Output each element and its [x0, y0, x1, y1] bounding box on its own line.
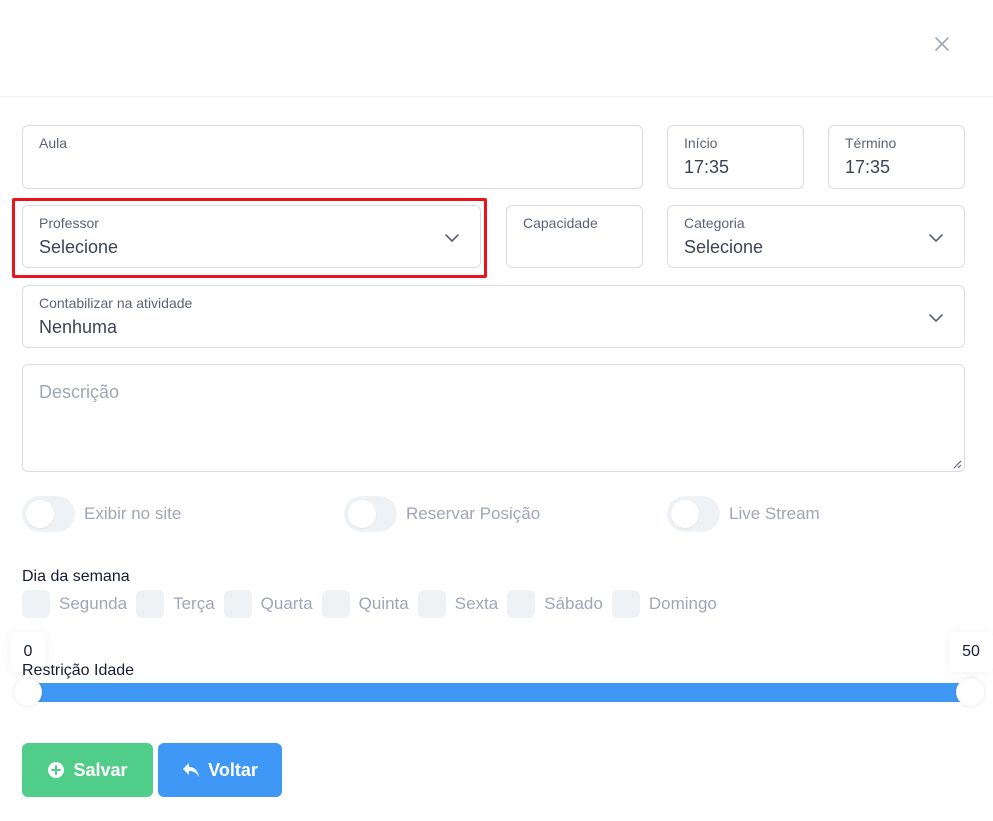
- toggle-label: Reservar Posição: [406, 504, 541, 523]
- contabilizar-label: Contabilizar na atividade: [39, 295, 193, 311]
- back-label: Voltar: [208, 759, 258, 780]
- weekday-terca[interactable]: Terça: [136, 590, 215, 618]
- categoria-select[interactable]: Categoria Selecione: [667, 205, 965, 268]
- weekday-label: Sexta: [454, 594, 499, 613]
- professor-label: Professor: [39, 215, 99, 231]
- weekday-quarta[interactable]: Quarta: [223, 590, 313, 618]
- resize-grip-icon[interactable]: [952, 459, 962, 469]
- toggle-exibir-no-site[interactable]: Exibir no site: [22, 496, 181, 532]
- modal-header: [0, 0, 993, 97]
- age-range-track[interactable]: [28, 683, 970, 702]
- toggle-track[interactable]: [667, 496, 720, 532]
- weekday-domingo[interactable]: Domingo: [611, 590, 717, 618]
- range-max-value: 50: [949, 632, 993, 672]
- chevron-down-icon: [445, 234, 459, 242]
- toggle-label: Exibir no site: [84, 504, 182, 523]
- contabilizar-select[interactable]: Contabilizar na atividade Nenhuma: [22, 285, 965, 348]
- weekday-sabado[interactable]: Sábado: [507, 590, 603, 618]
- toggle-live-stream[interactable]: Live Stream: [667, 496, 820, 532]
- back-button[interactable]: Voltar: [158, 743, 282, 797]
- checkbox[interactable]: [417, 590, 446, 618]
- plus-circle-icon: [48, 762, 65, 778]
- contabilizar-value: Nenhuma: [39, 317, 118, 337]
- weekday-label: Domingo: [648, 594, 717, 613]
- toggle-knob: [671, 500, 699, 528]
- save-label: Salvar: [73, 759, 128, 780]
- inicio-field[interactable]: Início 17:35: [667, 125, 804, 189]
- inicio-label: Início: [684, 135, 718, 151]
- termino-value: 17:35: [845, 157, 891, 177]
- chevron-down-icon: [929, 234, 943, 242]
- termino-field[interactable]: Término 17:35: [828, 125, 965, 189]
- termino-label: Término: [845, 135, 897, 151]
- inicio-value: 17:35: [684, 157, 730, 177]
- weekday-label: Quarta: [260, 594, 313, 613]
- age-restriction-label: Restrição Idade: [22, 662, 135, 679]
- checkbox[interactable]: [223, 590, 252, 618]
- checkbox[interactable]: [321, 590, 350, 618]
- aula-label: Aula: [39, 135, 68, 151]
- weekday-label: Sábado: [544, 594, 603, 613]
- capacidade-label: Capacidade: [523, 215, 598, 231]
- toggle-track[interactable]: [344, 496, 397, 532]
- weekday-label: Terça: [173, 594, 215, 613]
- capacidade-field[interactable]: Capacidade: [506, 205, 643, 268]
- weekdays-title: Dia da semana: [22, 568, 130, 585]
- categoria-value: Selecione: [684, 237, 764, 257]
- weekday-quinta[interactable]: Quinta: [321, 590, 409, 618]
- checkbox[interactable]: [611, 590, 640, 618]
- weekday-label: Quinta: [358, 594, 409, 613]
- close-button[interactable]: [930, 32, 954, 56]
- descricao-textarea[interactable]: Descrição: [22, 364, 965, 472]
- aula-field[interactable]: Aula: [22, 125, 643, 189]
- toggle-label: Live Stream: [729, 504, 820, 523]
- toggle-knob: [348, 500, 376, 528]
- weekday-sexta[interactable]: Sexta: [417, 590, 499, 618]
- close-icon: [935, 37, 949, 51]
- checkbox[interactable]: [22, 590, 50, 618]
- save-button[interactable]: Salvar: [22, 743, 153, 797]
- professor-value: Selecione: [39, 237, 119, 257]
- age-range-min-handle[interactable]: [14, 678, 42, 706]
- weekday-segunda[interactable]: Segunda: [22, 590, 127, 618]
- weekday-label: Segunda: [59, 594, 128, 613]
- checkbox[interactable]: [507, 590, 536, 618]
- toggle-knob: [26, 500, 54, 528]
- toggle-reservar-posicao[interactable]: Reservar Posição: [344, 496, 540, 532]
- professor-select[interactable]: Professor Selecione: [22, 205, 481, 268]
- age-range-max-handle[interactable]: [956, 678, 984, 706]
- weekday-checkboxes: Segunda Terça Quarta Quinta Sexta Sábado…: [22, 590, 726, 618]
- checkbox[interactable]: [136, 590, 165, 618]
- categoria-label: Categoria: [684, 215, 745, 231]
- toggle-track[interactable]: [22, 496, 75, 532]
- reply-arrow-icon: [183, 763, 200, 777]
- descricao-placeholder: Descrição: [39, 382, 120, 402]
- chevron-down-icon: [929, 314, 943, 322]
